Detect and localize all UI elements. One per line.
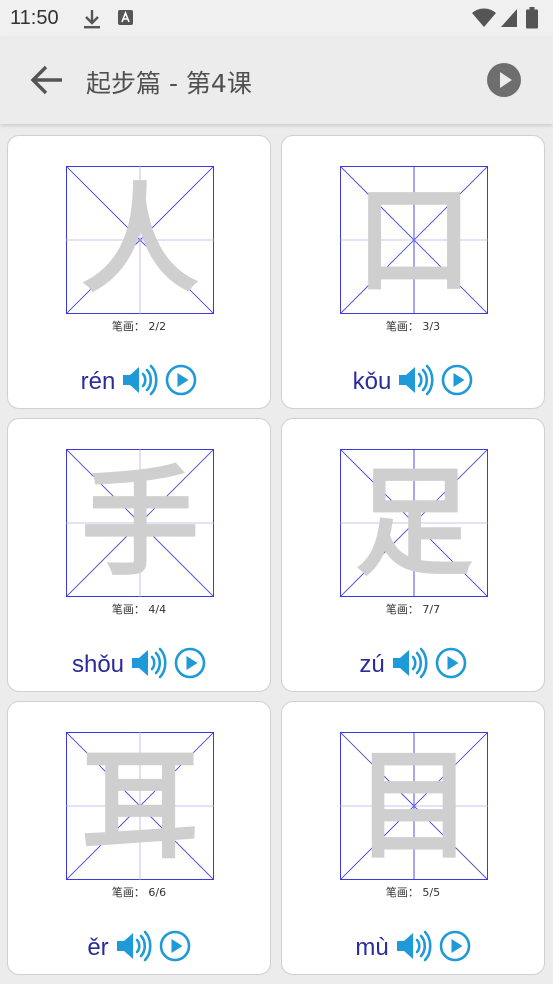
pinyin-row: kǒu: [282, 364, 544, 400]
stroke-label: 笔画：: [111, 320, 145, 333]
pinyin-row: rén: [8, 364, 270, 400]
character-practice-grid[interactable]: 口: [340, 166, 488, 314]
character-practice-grid[interactable]: 目: [340, 732, 488, 880]
play-stroke-animation-icon[interactable]: [435, 647, 467, 683]
character-practice-grid[interactable]: 人: [66, 166, 214, 314]
stroke-count: 7/7: [422, 603, 441, 616]
stroke-label: 笔画：: [111, 886, 145, 899]
speaker-icon[interactable]: [115, 930, 153, 966]
stroke-count-label: 笔画： 5/5: [282, 884, 544, 900]
font-app-icon: [116, 8, 136, 32]
pinyin-text: kǒu: [352, 368, 392, 395]
pinyin-text: rén: [80, 368, 116, 395]
play-all-button[interactable]: [486, 62, 522, 98]
stroke-label: 笔画：: [385, 603, 419, 616]
character-practice-grid[interactable]: 手: [66, 449, 214, 597]
stroke-count-label: 笔画： 3/3: [282, 318, 544, 334]
pinyin-text: shǒu: [71, 651, 125, 678]
stroke-count-label: 笔画： 7/7: [282, 601, 544, 617]
stroke-count: 3/3: [422, 320, 441, 333]
pinyin-text: zú: [359, 651, 385, 678]
battery-icon: [526, 7, 538, 33]
signal-icon: [500, 8, 518, 32]
chinese-character: 目: [354, 737, 473, 875]
character-card[interactable]: 人 笔画： 2/2 rén: [7, 135, 271, 409]
pinyin-row: ěr: [8, 930, 270, 966]
wifi-icon: [472, 8, 496, 32]
speaker-icon[interactable]: [397, 364, 435, 400]
chinese-character: 足: [354, 454, 473, 592]
stroke-count-label: 笔画： 4/4: [8, 601, 270, 617]
app-toolbar: 起步篇 - 第4课: [0, 36, 553, 124]
stroke-count: 2/2: [148, 320, 167, 333]
stroke-label: 笔画：: [385, 886, 419, 899]
chinese-character: 人: [80, 171, 199, 309]
pinyin-row: zú: [282, 647, 544, 683]
speaker-icon[interactable]: [395, 930, 433, 966]
status-bar: 11:50: [0, 0, 553, 36]
pinyin-text: mù: [355, 934, 389, 961]
play-stroke-animation-icon[interactable]: [174, 647, 206, 683]
arrow-left-icon: [30, 65, 62, 95]
stroke-count-label: 笔画： 2/2: [8, 318, 270, 334]
page-title: 起步篇 - 第4课: [86, 69, 252, 98]
stroke-count: 6/6: [148, 886, 167, 899]
play-stroke-animation-icon[interactable]: [159, 930, 191, 966]
chinese-character: 手: [80, 454, 199, 592]
speaker-icon[interactable]: [130, 647, 168, 683]
character-practice-grid[interactable]: 足: [340, 449, 488, 597]
character-card[interactable]: 目 笔画： 5/5 mù: [281, 701, 545, 975]
stroke-count: 5/5: [422, 886, 441, 899]
stroke-count-label: 笔画： 6/6: [8, 884, 270, 900]
pinyin-row: mù: [282, 930, 544, 966]
character-card[interactable]: 手 笔画： 4/4 shǒu: [7, 418, 271, 692]
stroke-label: 笔画：: [111, 603, 145, 616]
play-stroke-animation-icon[interactable]: [439, 930, 471, 966]
character-card[interactable]: 足 笔画： 7/7 zú: [281, 418, 545, 692]
pinyin-text: ěr: [87, 934, 109, 961]
stroke-label: 笔画：: [385, 320, 419, 333]
chinese-character: 口: [354, 171, 473, 309]
stroke-count: 4/4: [148, 603, 167, 616]
character-card[interactable]: 耳 笔画： 6/6 ěr: [7, 701, 271, 975]
character-card[interactable]: 口 笔画： 3/3 kǒu: [281, 135, 545, 409]
chinese-character: 耳: [80, 737, 199, 875]
status-time: 11:50: [10, 7, 59, 29]
play-stroke-animation-icon[interactable]: [165, 364, 197, 400]
play-circle-icon: [487, 63, 521, 97]
speaker-icon[interactable]: [121, 364, 159, 400]
pinyin-row: shǒu: [8, 647, 270, 683]
back-button[interactable]: [28, 62, 66, 98]
character-practice-grid[interactable]: 耳: [66, 732, 214, 880]
speaker-icon[interactable]: [391, 647, 429, 683]
play-stroke-animation-icon[interactable]: [441, 364, 473, 400]
download-icon: [82, 8, 102, 34]
